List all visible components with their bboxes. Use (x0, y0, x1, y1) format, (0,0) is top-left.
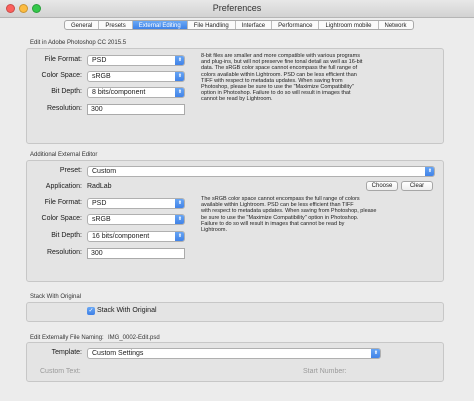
resolution-label: Resolution: (46, 249, 82, 256)
color-space-label: Color Space: (41, 215, 82, 222)
preset-value: Custom (92, 168, 117, 175)
tab-lightroom-mobile[interactable]: Lightroom mobile (318, 21, 377, 29)
file-naming-example: IMG_0002-Edit.psd (108, 335, 160, 341)
preset-label: Preset: (59, 167, 82, 174)
start-number-label: Start Number: (303, 368, 347, 375)
additional-editor-section-title: Additional External Editor (30, 152, 98, 158)
template-label: Template: (51, 349, 82, 356)
popup-arrows-icon: ⬍ (175, 56, 184, 65)
application-value: RadLab (87, 183, 112, 190)
file-format-value: PSD (92, 200, 107, 207)
resolution-input[interactable]: 300 (87, 248, 185, 259)
title-bar: Preferences (0, 0, 474, 18)
tab-file-handling[interactable]: File Handling (186, 21, 235, 29)
preset-select[interactable]: Custom ⬍ (87, 166, 435, 177)
choose-button[interactable]: Choose (366, 181, 398, 191)
photoshop-section-title: Edit in Adobe Photoshop CC 2015.5 (30, 40, 127, 46)
bit-depth-select[interactable]: 16 bits/component ⬍ (87, 231, 185, 242)
popup-arrows-icon: ⬍ (175, 72, 184, 81)
popup-arrows-icon: ⬍ (175, 199, 184, 208)
stack-with-original-checkbox[interactable]: ✓ (87, 307, 95, 315)
tab-performance[interactable]: Performance (271, 21, 318, 29)
file-naming-title: Edit Externally File Naming: (30, 335, 104, 341)
popup-arrows-icon: ⬍ (371, 349, 380, 358)
file-format-label: File Format: (44, 56, 82, 63)
bit-depth-value: 16 bits/component (92, 233, 150, 240)
color-space-select[interactable]: sRGB ⬍ (87, 71, 185, 82)
color-space-value: sRGB (92, 216, 111, 223)
window-title: Preferences (212, 3, 262, 13)
tab-external-editing[interactable]: External Editing (131, 21, 187, 29)
tab-network[interactable]: Network (377, 21, 413, 29)
color-space-value: sRGB (92, 73, 111, 80)
photoshop-settings-note: 8-bit files are smaller and more compati… (201, 53, 363, 103)
file-format-value: PSD (92, 57, 107, 64)
additional-editor-note: The sRGB color space cannot encompass th… (201, 196, 377, 234)
file-format-label: File Format: (44, 199, 82, 206)
custom-text-label: Custom Text: (40, 368, 81, 375)
application-label: Application: (45, 183, 82, 190)
tab-general[interactable]: General (65, 21, 98, 29)
bit-depth-label: Bit Depth: (51, 88, 82, 95)
tab-interface[interactable]: Interface (234, 21, 271, 29)
resolution-input[interactable]: 300 (87, 104, 185, 115)
resolution-label: Resolution: (46, 105, 82, 112)
bit-depth-select[interactable]: 8 bits/component ⬍ (87, 87, 185, 98)
color-space-label: Color Space: (41, 72, 82, 79)
clear-button[interactable]: Clear (401, 181, 433, 191)
tab-presets[interactable]: Presets (98, 21, 131, 29)
stack-section-title: Stack With Original (30, 294, 82, 300)
stack-with-original-label: Stack With Original (97, 307, 157, 314)
popup-arrows-icon: ⬍ (425, 167, 434, 176)
popup-arrows-icon: ⬍ (175, 215, 184, 224)
tab-bar: General Presets External Editing File Ha… (64, 20, 414, 30)
file-format-select[interactable]: PSD ⬍ (87, 55, 185, 66)
color-space-select[interactable]: sRGB ⬍ (87, 214, 185, 225)
preferences-window: Preferences General Presets External Edi… (0, 0, 474, 401)
popup-arrows-icon: ⬍ (175, 232, 184, 241)
template-value: Custom Settings (92, 350, 144, 357)
file-format-select[interactable]: PSD ⬍ (87, 198, 185, 209)
popup-arrows-icon: ⬍ (175, 88, 184, 97)
bit-depth-value: 8 bits/component (92, 89, 146, 96)
template-select[interactable]: Custom Settings ⬍ (87, 348, 381, 359)
bit-depth-label: Bit Depth: (51, 232, 82, 239)
